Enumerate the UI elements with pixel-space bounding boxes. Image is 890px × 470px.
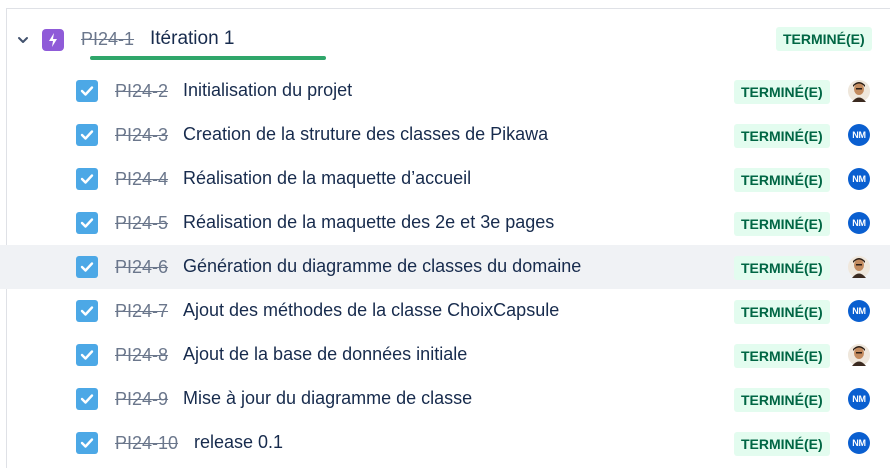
checkbox-icon	[76, 432, 98, 454]
status-badge: TERMINÉ(E)	[734, 256, 830, 280]
issue-row[interactable]: PI24-9 Mise à jour du diagramme de class…	[0, 377, 890, 421]
avatar[interactable]	[848, 344, 870, 366]
status-badge: TERMINÉ(E)	[734, 212, 830, 236]
issue-title[interactable]: Génération du diagramme de classes du do…	[183, 256, 581, 277]
issue-row[interactable]: PI24-10 release 0.1 TERMINÉ(E) NM	[0, 421, 890, 465]
issue-title[interactable]: Initialisation du projet	[183, 80, 352, 101]
issue-title[interactable]: Ajout des méthodes de la classe ChoixCap…	[183, 300, 559, 321]
checkbox-icon	[76, 80, 98, 102]
issue-row[interactable]: PI24-7 Ajout des méthodes de la classe C…	[0, 289, 890, 333]
checkbox-icon	[76, 212, 98, 234]
status-badge: TERMINÉ(E)	[734, 80, 830, 104]
issue-list: PI24-2 Initialisation du projet TERMINÉ(…	[0, 69, 890, 465]
issue-row[interactable]: PI24-5 Réalisation de la maquette des 2e…	[0, 201, 890, 245]
epic-icon	[42, 29, 64, 51]
status-badge: TERMINÉ(E)	[734, 168, 830, 192]
issue-key[interactable]: PI24-7	[115, 301, 168, 322]
issue-key[interactable]: PI24-10	[115, 433, 178, 454]
epic-key[interactable]: PI24-1	[81, 29, 134, 50]
chevron-down-icon[interactable]	[16, 33, 30, 47]
checkbox-icon	[76, 388, 98, 410]
issue-row[interactable]: PI24-8 Ajout de la base de données initi…	[0, 333, 890, 377]
lightning-icon	[49, 33, 57, 47]
status-badge: TERMINÉ(E)	[734, 432, 830, 456]
checkbox-icon	[76, 256, 98, 278]
issue-row[interactable]: PI24-2 Initialisation du projet TERMINÉ(…	[0, 69, 890, 113]
status-badge: TERMINÉ(E)	[734, 124, 830, 148]
status-badge: TERMINÉ(E)	[734, 300, 830, 324]
issue-title[interactable]: Mise à jour du diagramme de classe	[183, 388, 472, 409]
checkbox-icon	[76, 344, 98, 366]
issue-title[interactable]: Réalisation de la maquette d’accueil	[183, 168, 471, 189]
issue-key[interactable]: PI24-5	[115, 213, 168, 234]
avatar[interactable]: NM	[848, 300, 870, 322]
issue-row[interactable]: PI24-6 Génération du diagramme de classe…	[0, 245, 890, 289]
issue-row[interactable]: PI24-3 Creation de la struture des class…	[0, 113, 890, 157]
issue-key[interactable]: PI24-6	[115, 257, 168, 278]
avatar[interactable]: NM	[848, 432, 870, 454]
issue-key[interactable]: PI24-2	[115, 81, 168, 102]
status-badge: TERMINÉ(E)	[734, 344, 830, 368]
status-badge: TERMINÉ(E)	[776, 27, 872, 51]
avatar[interactable]: NM	[848, 388, 870, 410]
issue-title[interactable]: release 0.1	[194, 432, 283, 453]
issue-key[interactable]: PI24-9	[115, 389, 168, 410]
issue-key[interactable]: PI24-3	[115, 125, 168, 146]
issue-title[interactable]: Réalisation de la maquette des 2e et 3e …	[183, 212, 554, 233]
avatar[interactable]	[848, 80, 870, 102]
issue-title[interactable]: Creation de la struture des classes de P…	[183, 124, 548, 145]
avatar[interactable]: NM	[848, 168, 870, 190]
epic-title[interactable]: Itération 1	[150, 28, 235, 50]
issue-key[interactable]: PI24-4	[115, 169, 168, 190]
checkbox-icon	[76, 300, 98, 322]
status-badge: TERMINÉ(E)	[734, 388, 830, 412]
issue-title[interactable]: Ajout de la base de données initiale	[183, 344, 467, 365]
avatar[interactable]: NM	[848, 124, 870, 146]
epic-row[interactable]: PI24-1 Itération 1 TERMINÉ(E)	[0, 22, 890, 58]
avatar[interactable]: NM	[848, 212, 870, 234]
avatar[interactable]	[848, 256, 870, 278]
checkbox-icon	[76, 168, 98, 190]
checkbox-icon	[76, 124, 98, 146]
issue-key[interactable]: PI24-8	[115, 345, 168, 366]
epic-progress-bar	[90, 56, 326, 60]
issue-row[interactable]: PI24-4 Réalisation de la maquette d’accu…	[0, 157, 890, 201]
